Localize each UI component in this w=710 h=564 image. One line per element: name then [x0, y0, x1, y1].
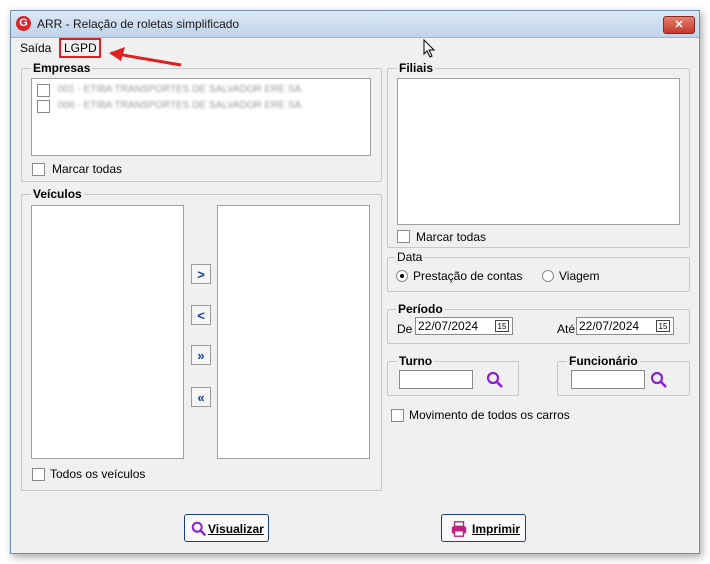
- periodo-from-value: 22/07/2024: [418, 319, 479, 333]
- movimento-checkbox[interactable]: [391, 409, 404, 422]
- add-vehicle-button[interactable]: >: [191, 264, 211, 284]
- visualizar-label: Visualizar: [208, 522, 264, 536]
- remove-all-vehicles-button[interactable]: «: [191, 387, 211, 407]
- title-bar[interactable]: G ARR - Relação de roletas simplificado …: [11, 11, 699, 38]
- empresas-mark-all-label: Marcar todas: [52, 162, 123, 176]
- empresa-item-label: 006 - ETIBA TRANSPORTES DE SALVADOR ERE …: [58, 100, 302, 111]
- radio-viagem-label: Viagem: [559, 269, 600, 283]
- mouse-cursor-icon: [423, 39, 436, 58]
- add-all-vehicles-button[interactable]: »: [191, 345, 211, 365]
- filiais-title: Filiais: [397, 61, 436, 75]
- periodo-to-label: Até: [557, 322, 576, 336]
- empresa-checkbox[interactable]: [37, 100, 50, 113]
- radio-viagem[interactable]: [542, 270, 554, 282]
- calendar-icon[interactable]: 15: [656, 320, 670, 332]
- report-window: G ARR - Relação de roletas simplificado …: [10, 10, 700, 554]
- menu-item-saida[interactable]: Saída: [20, 41, 51, 55]
- imprimir-label: Imprimir: [472, 522, 521, 536]
- funcionario-title: Funcionário: [567, 354, 640, 368]
- window-title: ARR - Relação de roletas simplificado: [37, 17, 240, 31]
- empresa-item-label: 001 - ETIBA TRANSPORTES DE SALVADOR ERE …: [58, 84, 302, 95]
- empresas-list[interactable]: 001 - ETIBA TRANSPORTES DE SALVADOR ERE …: [31, 78, 371, 156]
- turno-title: Turno: [397, 354, 435, 368]
- empresas-title: Empresas: [31, 61, 93, 75]
- filiais-mark-all-checkbox[interactable]: [397, 230, 410, 243]
- radio-prestacao-contas-label: Prestação de contas: [413, 269, 523, 283]
- magnifier-icon: [191, 521, 207, 537]
- highlight-box: [59, 38, 101, 58]
- veiculos-selected-list[interactable]: [217, 205, 370, 459]
- periodo-from-label: De: [397, 322, 413, 336]
- periodo-to-value: 22/07/2024: [579, 319, 640, 333]
- close-button[interactable]: ✕: [663, 16, 695, 34]
- filiais-list[interactable]: [397, 78, 680, 225]
- periodo-title: Período: [396, 302, 445, 316]
- imprimir-button[interactable]: Imprimir: [441, 514, 526, 542]
- app-logo-icon: G: [16, 16, 31, 31]
- printer-icon: [451, 521, 467, 537]
- calendar-icon[interactable]: 15: [495, 320, 509, 332]
- visualizar-button[interactable]: Visualizar: [184, 514, 269, 542]
- filiais-mark-all-label: Marcar todas: [416, 230, 487, 244]
- empresas-mark-all-checkbox[interactable]: [32, 163, 45, 176]
- veiculos-title: Veículos: [31, 187, 84, 201]
- veiculos-available-list[interactable]: [31, 205, 184, 459]
- all-vehicles-checkbox[interactable]: [32, 468, 45, 481]
- turno-input[interactable]: [399, 370, 473, 389]
- empresa-checkbox[interactable]: [37, 84, 50, 97]
- movimento-label: Movimento de todos os carros: [409, 408, 570, 422]
- remove-vehicle-button[interactable]: <: [191, 305, 211, 325]
- funcionario-search-icon[interactable]: [649, 370, 669, 390]
- data-title: Data: [395, 250, 425, 264]
- funcionario-input[interactable]: [571, 370, 645, 389]
- turno-search-icon[interactable]: [485, 370, 505, 390]
- radio-prestacao-contas[interactable]: [396, 270, 408, 282]
- all-vehicles-label: Todos os veículos: [50, 467, 146, 481]
